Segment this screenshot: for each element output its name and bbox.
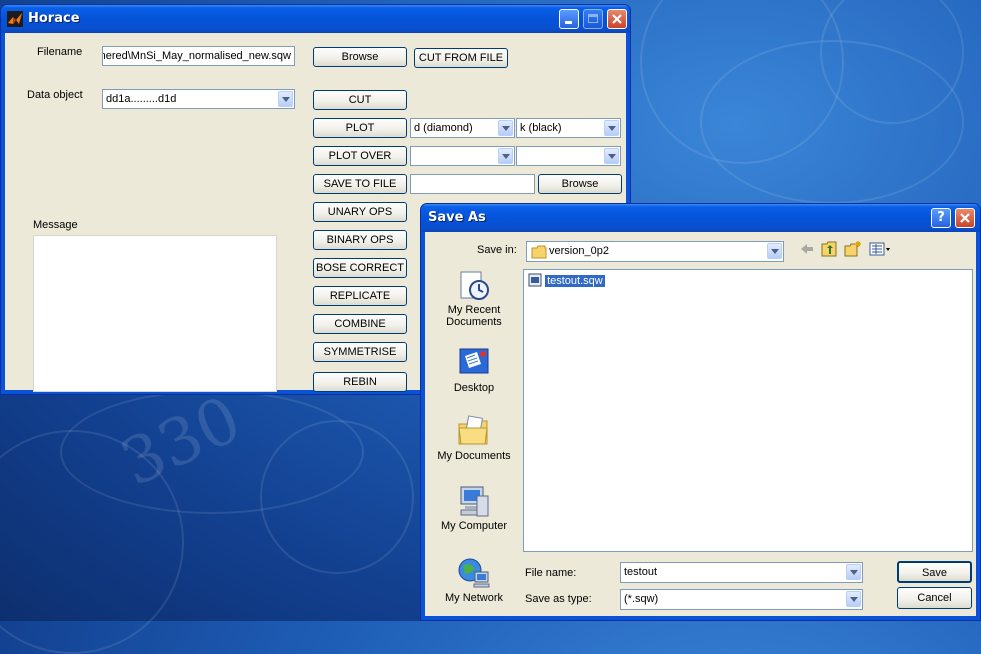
file-name-label: File name: — [525, 567, 577, 579]
cut-button[interactable]: CUT — [313, 90, 407, 110]
bose-correct-button[interactable]: BOSE CORRECT — [313, 258, 407, 278]
place-desktop[interactable]: Desktop — [434, 346, 514, 394]
data-object-label: Data object — [27, 89, 83, 101]
chevron-down-icon[interactable] — [498, 148, 513, 164]
my-documents-icon — [458, 415, 488, 445]
save-as-client-area: Save in: version_0p2 My Recent Documents… — [425, 232, 976, 616]
plot-marker-value: d (diamond) — [414, 122, 473, 134]
save-in-label: Save in: — [477, 244, 517, 256]
plot-over-button[interactable]: PLOT OVER — [313, 146, 407, 166]
close-button[interactable] — [607, 9, 627, 29]
place-label: My Network — [444, 592, 504, 604]
chevron-down-icon[interactable] — [846, 564, 861, 580]
browse-button[interactable]: Browse — [313, 47, 407, 67]
filename-field[interactable]: nered\MnSi_May_normalised_new.sqw — [102, 46, 295, 66]
dialog-close-button[interactable] — [955, 208, 975, 228]
place-label: My Recent Documents — [446, 304, 502, 328]
chevron-down-icon[interactable] — [498, 120, 513, 136]
filename-label: Filename — [37, 46, 83, 58]
data-object-select[interactable]: dd1a.........d1d — [102, 89, 295, 109]
place-label: My Computer — [440, 520, 508, 532]
place-my-network[interactable]: My Network — [434, 556, 514, 604]
message-label: Message — [33, 219, 78, 231]
desktop-icon — [459, 348, 489, 374]
maximize-icon — [588, 14, 598, 23]
replicate-button[interactable]: REPLICATE — [313, 286, 407, 306]
unary-ops-button[interactable]: UNARY OPS — [313, 202, 407, 222]
browse-save-button[interactable]: Browse — [538, 174, 622, 194]
chevron-down-icon[interactable] — [604, 120, 619, 136]
cut-from-file-button[interactable]: CUT FROM FILE — [414, 48, 508, 68]
binary-ops-button[interactable]: BINARY OPS — [313, 230, 407, 250]
save-as-titlebar[interactable]: Save As ? — [421, 204, 980, 232]
plot-color-select[interactable]: k (black) — [516, 118, 621, 138]
chevron-down-icon[interactable] — [604, 148, 619, 164]
rebin-button[interactable]: REBIN — [313, 372, 407, 392]
help-icon: ? — [937, 210, 945, 225]
folder-icon — [531, 245, 547, 259]
chevron-down-icon[interactable] — [767, 243, 782, 259]
new-folder-icon[interactable] — [844, 240, 862, 258]
horace-window-title: Horace — [28, 11, 80, 26]
matlab-icon — [7, 11, 23, 27]
place-label: Desktop — [453, 382, 495, 394]
close-icon — [612, 14, 622, 24]
help-button[interactable]: ? — [931, 208, 951, 228]
my-network-icon — [458, 558, 490, 588]
plot-button[interactable]: PLOT — [313, 118, 407, 138]
minimize-button[interactable] — [559, 9, 579, 29]
plot-color-value: k (black) — [520, 122, 562, 134]
message-box[interactable] — [33, 235, 277, 392]
chevron-down-icon[interactable] — [846, 591, 861, 607]
sqw-file-icon — [528, 273, 542, 287]
save-in-select[interactable]: version_0p2 — [526, 241, 784, 262]
places-bar: My Recent Documents Desktop My Documents… — [434, 264, 514, 608]
save-in-value: version_0p2 — [549, 245, 609, 257]
symmetrise-button[interactable]: SYMMETRISE — [313, 342, 407, 362]
maximize-button[interactable] — [583, 9, 603, 29]
minimize-icon — [565, 21, 572, 24]
chevron-down-icon[interactable] — [278, 91, 293, 107]
list-item[interactable]: testout.sqw — [528, 273, 605, 287]
close-icon — [960, 213, 970, 223]
save-to-file-button[interactable]: SAVE TO FILE — [313, 174, 407, 194]
combine-button[interactable]: COMBINE — [313, 314, 407, 334]
my-computer-icon — [460, 486, 489, 517]
save-as-dialog: Save As ? Save in: version_0p2 My Recent… — [420, 203, 981, 621]
file-list[interactable]: testout.sqw — [523, 269, 973, 552]
place-my-documents[interactable]: My Documents — [434, 414, 514, 462]
plot-over-color-select[interactable] — [516, 146, 621, 166]
view-menu-icon[interactable] — [868, 240, 892, 258]
save-button[interactable]: Save — [897, 561, 972, 583]
up-folder-icon[interactable] — [821, 240, 839, 258]
save-as-title: Save As — [428, 210, 486, 225]
recent-documents-icon — [460, 271, 489, 300]
horace-titlebar[interactable]: Horace — [1, 5, 630, 33]
back-arrow-icon[interactable] — [798, 240, 816, 258]
save-file-field[interactable] — [410, 174, 535, 194]
place-my-recent-documents[interactable]: My Recent Documents — [434, 268, 514, 328]
plot-over-marker-select[interactable] — [410, 146, 515, 166]
plot-marker-select[interactable]: d (diamond) — [410, 118, 515, 138]
cancel-button[interactable]: Cancel — [897, 587, 972, 609]
place-label: My Documents — [437, 450, 511, 462]
file-name-value: testout — [624, 566, 658, 578]
save-as-type-label: Save as type: — [525, 593, 592, 605]
file-name-field[interactable]: testout — [620, 562, 863, 583]
save-as-type-select[interactable]: (*.sqw) — [620, 589, 863, 610]
data-object-value: dd1a.........d1d — [106, 93, 177, 105]
place-my-computer[interactable]: My Computer — [434, 484, 514, 532]
file-name-text: testout.sqw — [545, 275, 605, 287]
save-as-type-value: (*.sqw) — [624, 593, 659, 605]
